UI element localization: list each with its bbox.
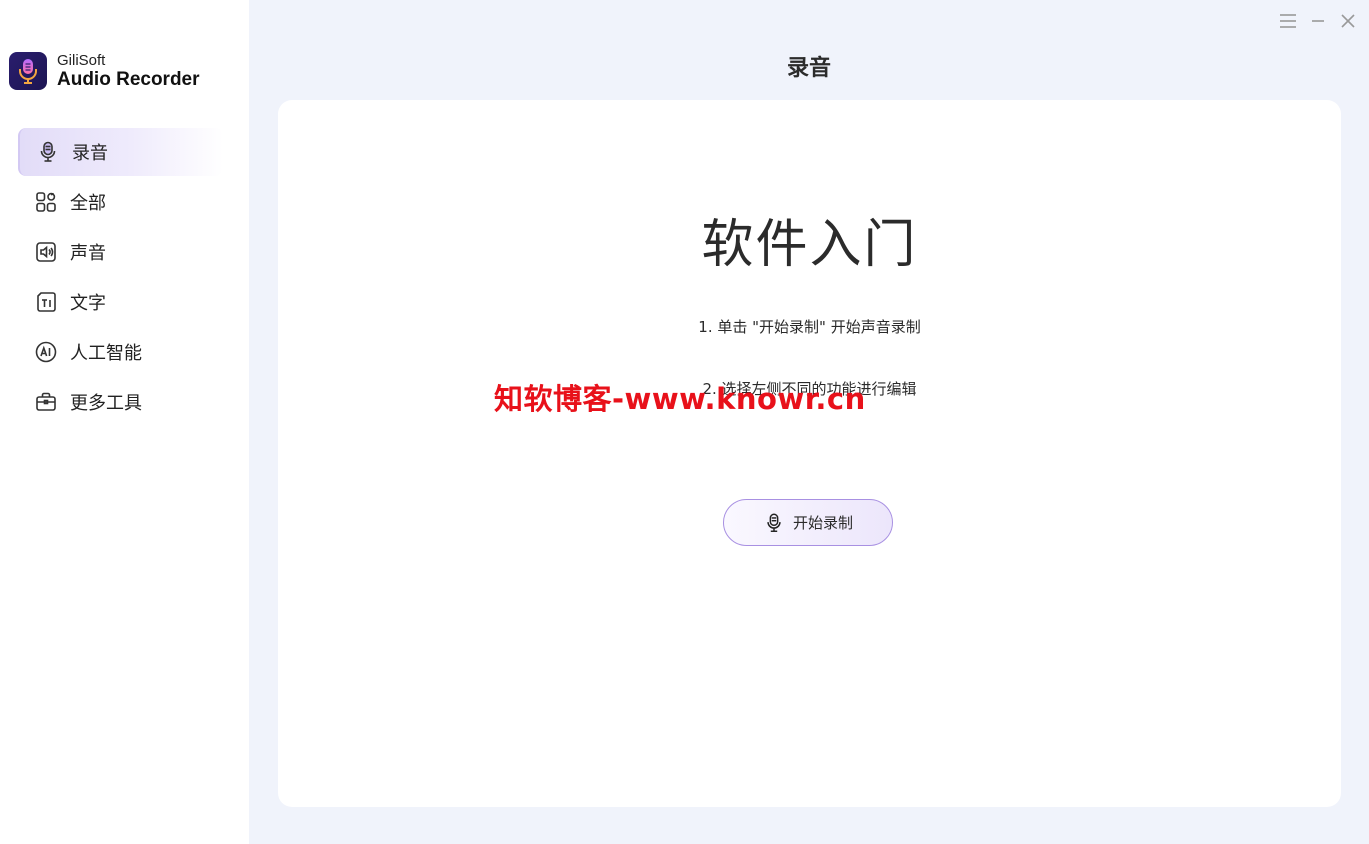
sidebar-item-ai[interactable]: 人工智能 [18,328,223,376]
sidebar-item-label: 人工智能 [70,343,142,364]
window-controls [1277,10,1359,32]
menu-button[interactable] [1277,10,1299,32]
getting-started-card: 软件入门 1. 单击 "开始录制" 开始声音录制 2. 选择左侧不同的功能进行编… [278,100,1341,807]
close-button[interactable] [1337,10,1359,32]
close-icon [1341,14,1355,28]
product-name: Audio Recorder [57,69,200,90]
sidebar-item-label: 更多工具 [70,393,142,414]
sidebar-item-more-tools[interactable]: 更多工具 [18,378,223,426]
instruction-step-1: 1. 单击 "开始录制" 开始声音录制 [698,318,921,336]
text-icon [34,290,58,314]
start-recording-button[interactable]: 开始录制 [723,499,893,546]
logo-microphone-icon [9,52,47,90]
sidebar: GiliSoft Audio Recorder 录音 全部 声音 文字 人工智能… [0,0,249,844]
sidebar-item-label: 文字 [70,293,106,314]
getting-started-heading: 软件入门 [701,215,918,275]
minimize-button[interactable] [1307,10,1329,32]
sidebar-item-text[interactable]: 文字 [18,278,223,326]
toolbox-icon [34,390,58,414]
app-window: GiliSoft Audio Recorder 录音 全部 声音 文字 人工智能… [0,0,1369,844]
sidebar-item-label: 录音 [72,143,108,164]
sidebar-item-all[interactable]: 全部 [18,178,223,226]
brand-name: GiliSoft [57,52,106,69]
hamburger-menu-icon [1280,14,1296,28]
sidebar-nav: 录音 全部 声音 文字 人工智能 更多工具 [18,128,223,428]
app-logo: GiliSoft Audio Recorder [9,52,200,90]
watermark-text: 知软博客-www.knowr.cn [494,382,866,416]
ai-icon [34,340,58,364]
apps-grid-icon [34,190,58,214]
sidebar-item-record[interactable]: 录音 [18,128,223,176]
minimize-icon [1312,20,1324,22]
sidebar-item-sound[interactable]: 声音 [18,228,223,276]
sidebar-item-label: 声音 [70,243,106,264]
start-recording-label: 开始录制 [792,514,853,532]
speaker-icon [34,240,58,264]
microphone-icon [763,512,785,534]
page-title: 录音 [786,56,831,81]
microphone-icon [36,140,60,164]
sidebar-item-label: 全部 [70,193,106,214]
